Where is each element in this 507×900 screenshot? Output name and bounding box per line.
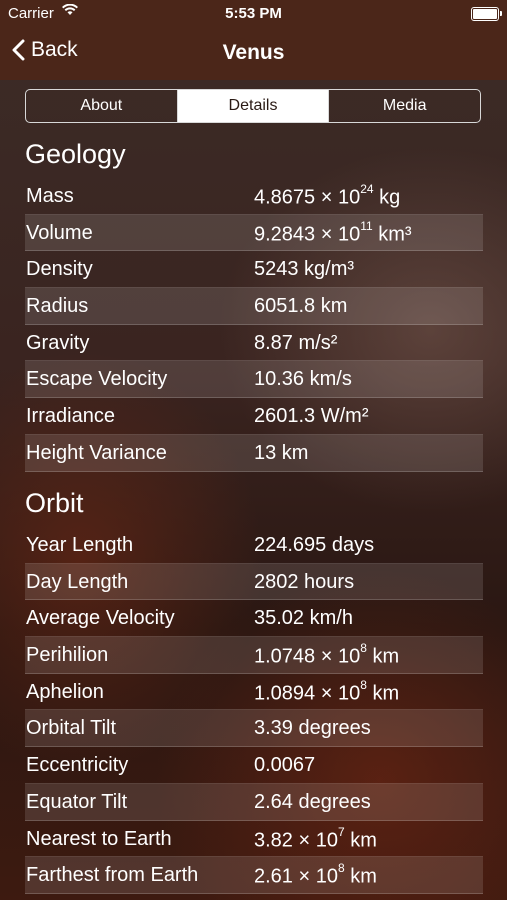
geology-heading: Geology <box>25 139 126 169</box>
value-unit: km <box>366 645 400 668</box>
tab-media[interactable]: Media <box>328 90 480 122</box>
battery-icon <box>471 7 502 21</box>
row-value: 13 km <box>254 442 308 465</box>
value-unit: km <box>344 865 377 888</box>
row-value: 10.36 km/s <box>254 368 352 391</box>
value-text: 224.695 days <box>254 534 375 556</box>
value-text: 4.8675 × 10 <box>254 186 361 209</box>
value-exponent: 7 <box>337 824 345 839</box>
row-label: Mass <box>26 185 74 207</box>
row-value: 3.82 × 107 km <box>254 824 377 853</box>
row-value: 1.0894 × 108 km <box>254 677 400 706</box>
orbit-table: Year Length 224.695 days Day Length 2802 ho… <box>25 527 483 894</box>
value-text: 9.2843 × 10 <box>254 223 361 246</box>
page-title: Venus <box>222 41 285 64</box>
row-value: 2.61 × 108 km <box>254 861 377 889</box>
row-label: Escape Velocity <box>26 368 168 391</box>
orbit-heading: Orbit <box>25 488 84 518</box>
tab-about[interactable]: About <box>26 90 177 122</box>
row-value: 4.8675 × 1024 kg <box>254 182 401 210</box>
value-text: 35.02 km/h <box>254 607 353 630</box>
row-value: 224.695 days <box>254 534 374 557</box>
table-row: Radius 6051.8 km <box>25 288 483 325</box>
row-label: Orbital Tilt <box>26 717 117 740</box>
table-row: Farthest from Earth 2.61 × 108 km <box>25 857 483 894</box>
row-label: Volume <box>26 221 93 244</box>
table-row: Height Variance 13 km <box>25 434 483 472</box>
table-row: Aphelion 1.0894 × 108 km <box>25 674 483 711</box>
value-text: 2802 hours <box>254 570 355 593</box>
value-exponent: 24 <box>360 182 374 196</box>
table-row: Day Length 2802 hours <box>25 563 483 601</box>
navigation-bar: Back Venus <box>0 28 507 80</box>
table-row: Average Velocity 35.02 km/h <box>25 600 483 637</box>
value-text: 10.36 km/s <box>254 368 352 391</box>
row-label: Year Length <box>26 534 134 556</box>
segmented-control: About Details Media <box>25 89 481 123</box>
row-label: Perihilion <box>26 644 109 667</box>
table-row: Nearest to Earth 3.82 × 107 km <box>25 821 483 858</box>
value-text: 3.82 × 10 <box>254 829 338 852</box>
row-label: Eccentricity <box>26 754 129 777</box>
table-row: Escape Velocity 10.36 km/s <box>25 361 483 399</box>
row-value: 2802 hours <box>254 571 354 594</box>
table-row: Gravity 8.87 m/s² <box>25 325 483 362</box>
row-value: 6051.8 km <box>254 295 347 318</box>
row-label: Radius <box>26 295 89 318</box>
value-text: 0.0067 <box>254 754 316 777</box>
value-text: 2.64 degrees <box>254 790 371 813</box>
row-label: Height Variance <box>26 441 167 464</box>
table-row: Orbital Tilt 3.39 degrees <box>25 710 483 748</box>
tab-details[interactable]: Details <box>176 90 329 122</box>
table-row: Density 5243 kg/m³ <box>25 251 483 288</box>
row-label: Average Velocity <box>26 607 175 630</box>
value-exponent: 8 <box>360 677 367 692</box>
value-exponent: 8 <box>337 861 345 876</box>
clock: 5:53 PM <box>225 5 282 22</box>
value-text: 1.0894 × 10 <box>254 682 361 705</box>
table-row: Mass 4.8675 × 1024 kg <box>25 178 483 215</box>
status-bar: Carrier 5:53 PM <box>0 0 507 28</box>
row-label: Nearest to Earth <box>26 827 172 850</box>
table-row: Eccentricity 0.0067 <box>25 747 483 784</box>
value-unit: kg <box>373 186 401 209</box>
table-row: Year Length 224.695 days <box>25 527 483 564</box>
row-label: Aphelion <box>26 680 104 703</box>
value-text: 1.0748 × 10 <box>254 645 361 668</box>
row-value: 8.87 m/s² <box>254 332 337 355</box>
row-label: Irradiance <box>26 405 115 428</box>
value-unit: km³ <box>372 223 412 246</box>
row-value: 5243 kg/m³ <box>254 258 354 281</box>
table-row: Irradiance 2601.3 W/m² <box>25 398 483 435</box>
row-label: Equator Tilt <box>26 790 128 813</box>
value-exponent: 8 <box>360 641 367 656</box>
table-row: Perihilion 1.0748 × 108 km <box>25 637 483 674</box>
row-label: Day Length <box>26 570 129 593</box>
value-unit: km <box>366 682 400 705</box>
value-text: 3.39 degrees <box>254 717 371 740</box>
row-value: 3.39 degrees <box>254 717 371 740</box>
value-text: 2601.3 W/m² <box>254 405 369 428</box>
value-unit: km <box>344 829 377 852</box>
value-text: 6051.8 km <box>254 295 348 318</box>
table-row: Volume 9.2843 × 1011 km³ <box>25 214 483 252</box>
row-value: 0.0067 <box>254 754 315 777</box>
row-value: 35.02 km/h <box>254 607 353 630</box>
value-text: 13 km <box>254 441 309 464</box>
row-label: Density <box>26 258 93 281</box>
row-value: 1.0748 × 108 km <box>254 641 400 669</box>
row-label: Farthest from Earth <box>26 864 199 887</box>
value-text: 8.87 m/s² <box>254 331 338 354</box>
value-text: 2.61 × 10 <box>254 865 338 888</box>
row-value: 9.2843 × 1011 km³ <box>254 218 412 247</box>
row-value: 2601.3 W/m² <box>254 405 368 428</box>
value-text: 5243 kg/m³ <box>254 258 355 281</box>
row-value: 2.64 degrees <box>254 791 371 814</box>
geology-table: Mass 4.8675 × 1024 kg Volume 9.2843 × 1011 … <box>25 178 483 472</box>
value-exponent: 11 <box>360 218 373 233</box>
table-row: Equator Tilt 2.64 degrees <box>25 783 483 821</box>
row-label: Gravity <box>26 331 90 354</box>
